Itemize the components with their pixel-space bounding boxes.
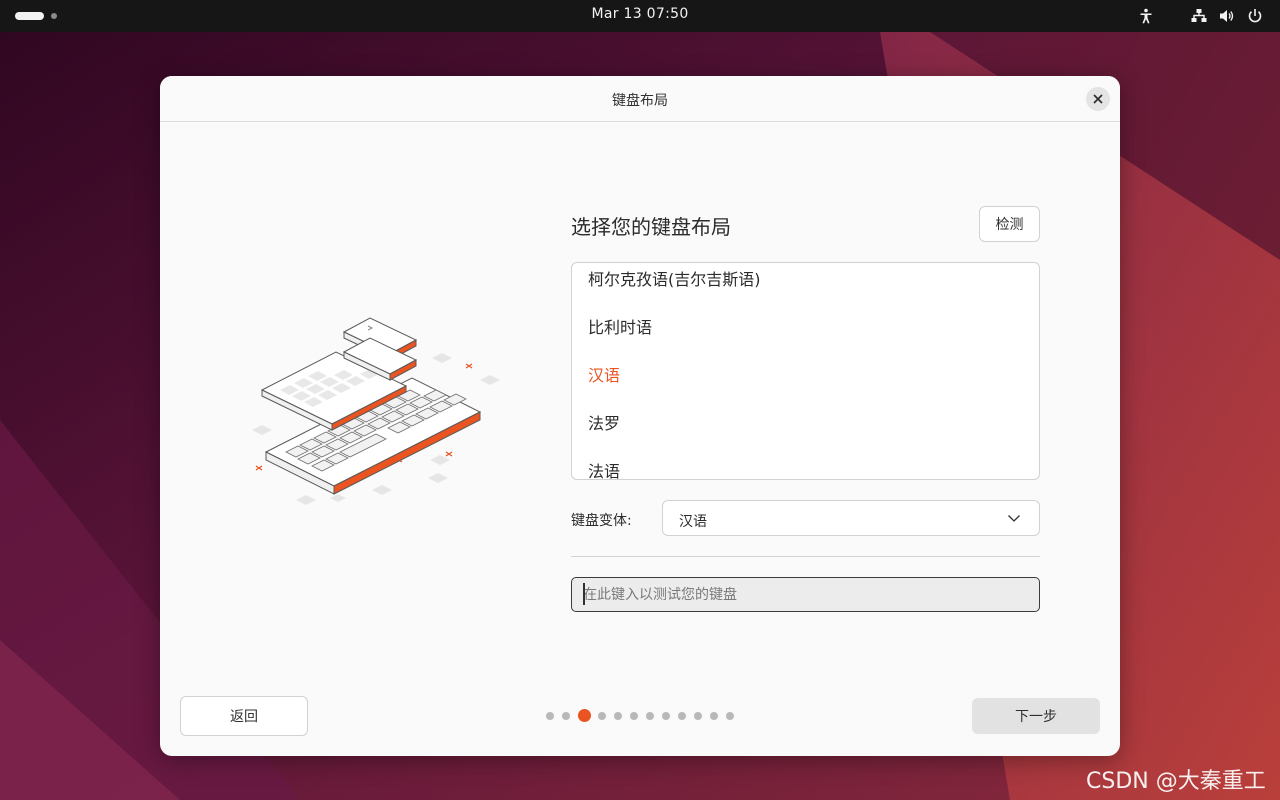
keyboard-variant-label: 键盘变体:	[571, 513, 632, 529]
step-dot	[598, 712, 606, 720]
step-dot	[562, 712, 570, 720]
step-dot	[710, 712, 718, 720]
list-item-selected[interactable]: 汉语	[588, 362, 620, 386]
watermark-text: CSDN @大秦重工	[1086, 769, 1266, 794]
step-dot	[678, 712, 686, 720]
chevron-down-icon	[1008, 515, 1020, 522]
keyboard-test-input[interactable]	[571, 577, 1040, 612]
list-item[interactable]: 法语	[588, 458, 620, 479]
step-dot	[614, 712, 622, 720]
clock[interactable]: Mar 13 07:50	[540, 6, 740, 22]
keyboard-variant-value: 汉语	[679, 514, 707, 530]
keyboard-illustration	[252, 317, 500, 505]
workspace-indicator-active	[15, 12, 44, 20]
network-icon[interactable]	[1190, 7, 1208, 25]
step-dot-current	[578, 709, 591, 722]
accessibility-icon[interactable]	[1137, 7, 1155, 25]
step-dot	[630, 712, 638, 720]
back-button[interactable]: 返回	[180, 696, 308, 736]
list-item[interactable]: 柯尔克孜语(吉尔吉斯语)	[588, 266, 761, 290]
keyboard-layout-list[interactable]: 柯尔克孜语(吉尔吉斯语) 比利时语 汉语 法罗 法语	[571, 262, 1040, 480]
close-icon	[1093, 94, 1103, 104]
volume-icon[interactable]	[1218, 7, 1236, 25]
dialog-header: 键盘布局	[160, 76, 1120, 122]
activities-button[interactable]	[15, 11, 57, 21]
page-heading: 选择您的键盘布局	[571, 215, 731, 239]
detect-layout-button[interactable]: 检测	[979, 206, 1040, 242]
list-item[interactable]: 法罗	[588, 410, 620, 434]
keyboard-variant-dropdown[interactable]: 汉语	[662, 500, 1040, 536]
text-caret	[583, 583, 585, 605]
power-icon[interactable]	[1246, 7, 1264, 25]
top-bar: Mar 13 07:50	[0, 0, 1280, 32]
step-dot	[646, 712, 654, 720]
list-item[interactable]: 比利时语	[588, 314, 652, 338]
step-dot	[662, 712, 670, 720]
divider	[571, 556, 1040, 557]
close-button[interactable]	[1086, 87, 1110, 111]
dialog-title: 键盘布局	[612, 93, 668, 109]
step-dot	[726, 712, 734, 720]
step-dot	[546, 712, 554, 720]
keyboard-layout-dialog: 键盘布局 选择您的键盘布局 检测 柯尔克孜语(吉尔吉斯语) 比利时语 汉语 法罗…	[160, 76, 1120, 756]
step-dot	[694, 712, 702, 720]
workspace-indicator	[51, 13, 57, 19]
next-button[interactable]: 下一步	[972, 698, 1100, 734]
